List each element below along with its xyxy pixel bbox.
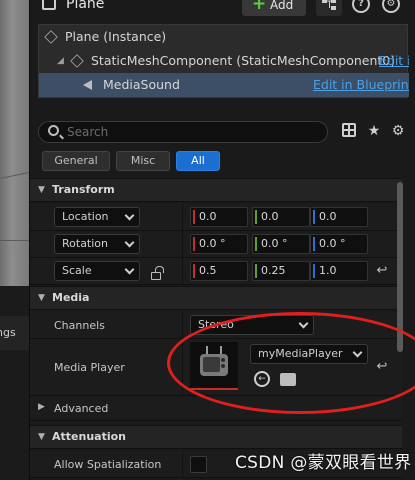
table-view-icon[interactable]	[342, 123, 356, 137]
details-panel: Plane + Add ? ⚙ Plane (Instance) ◢ Stati…	[30, 0, 415, 480]
details-header: Plane + Add ? ⚙	[30, 0, 415, 18]
location-z-field[interactable]: 0.0	[310, 207, 368, 227]
blueprint-button[interactable]	[316, 0, 342, 16]
component-tree: Plane (Instance) ◢ StaticMeshComponent (…	[38, 24, 409, 98]
reset-arrow-icon[interactable]: ↩	[375, 264, 389, 278]
rotation-z-field[interactable]: 0.0 °	[310, 234, 368, 254]
side-tab[interactable]: ngs	[0, 316, 29, 350]
expand-arrow-icon: ▼	[38, 185, 45, 195]
lock-icon[interactable]	[151, 266, 164, 280]
collapse-arrow-icon: ▶	[38, 402, 45, 412]
use-selected-asset-icon[interactable]: ←	[254, 371, 270, 387]
column-divider	[182, 231, 183, 257]
settings-gear-icon[interactable]: ⚙	[390, 123, 406, 139]
collapse-caret-icon[interactable]: ◢	[57, 49, 64, 73]
add-component-button[interactable]: + Add	[242, 0, 306, 16]
property-row-scale: Scale 0.5 0.25 1.0 ↩	[30, 258, 402, 285]
allow-spatialization-checkbox[interactable]	[190, 456, 207, 473]
actor-title: Plane	[66, 0, 105, 12]
column-divider	[182, 339, 183, 395]
help-icon[interactable]: ?	[352, 0, 370, 13]
advanced-collapsed-row[interactable]: ▶ Advanced	[30, 397, 402, 421]
dropdown-label: Scale	[62, 264, 92, 277]
channels-dropdown[interactable]: Stereo	[190, 315, 314, 335]
rotation-y-field[interactable]: 0.0 °	[252, 234, 310, 254]
tree-item-media-sound[interactable]: MediaSound Edit in Blueprint	[39, 73, 409, 97]
section-title: Media	[52, 291, 90, 304]
chevron-down-icon	[352, 347, 363, 358]
column-divider	[182, 204, 183, 230]
search-input[interactable]	[67, 123, 317, 141]
chevron-down-icon	[124, 237, 135, 248]
location-x-field[interactable]: 0.0	[190, 207, 248, 227]
property-list: ▼ Transform Location 0.0 0.0 0.0 Rotatio…	[30, 178, 402, 480]
dropdown-value: Stereo	[198, 318, 234, 331]
tab-misc[interactable]: Misc	[116, 151, 170, 171]
section-transform[interactable]: ▼ Transform	[30, 178, 402, 202]
scale-mode-dropdown[interactable]: Scale	[54, 261, 140, 281]
channels-label: Channels	[54, 319, 105, 332]
actor-icon	[42, 0, 56, 10]
property-row-channels: Channels Stereo	[30, 312, 402, 339]
location-y-field[interactable]: 0.0	[252, 207, 310, 227]
tab-general[interactable]: General	[42, 151, 110, 171]
watermark: CSDN @蒙双眼看世界	[235, 453, 412, 473]
property-row-location: Location 0.0 0.0 0.0	[30, 204, 402, 231]
section-media[interactable]: ▼ Media	[30, 286, 402, 310]
tree-item-label: StaticMeshComponent (StaticMeshComponent…	[91, 53, 396, 68]
chevron-down-icon	[124, 264, 135, 275]
expand-arrow-icon: ▼	[38, 432, 45, 442]
expand-arrow-icon: ▼	[38, 293, 45, 303]
edit-in-blueprint-link[interactable]: Edit i	[379, 49, 409, 73]
tree-item-label: Plane (Instance)	[65, 29, 167, 44]
column-divider	[182, 312, 183, 338]
settings-icon[interactable]: ⚙	[382, 0, 400, 13]
viewport-strip: ngs	[0, 0, 30, 480]
favorites-star-icon[interactable]: ★	[366, 123, 382, 139]
sound-icon	[83, 78, 97, 91]
tv-icon	[200, 354, 228, 376]
section-title: Transform	[52, 183, 115, 196]
add-label: Add	[270, 0, 294, 12]
property-row-media-player: Media Player myMediaPlayer ← ↩	[30, 339, 402, 396]
column-divider	[182, 451, 183, 477]
edit-in-blueprint-link[interactable]: Edit in Blueprint	[313, 73, 409, 97]
dropdown-label: Rotation	[62, 237, 109, 250]
viewport-grid-line	[0, 240, 29, 241]
chevron-down-icon	[298, 318, 309, 329]
tree-item-root[interactable]: Plane (Instance)	[39, 25, 409, 49]
hierarchy-icon	[322, 0, 336, 10]
dropdown-label: Location	[62, 210, 109, 223]
tab-all[interactable]: All	[176, 151, 220, 171]
viewport-preview[interactable]	[0, 0, 29, 286]
scale-x-field[interactable]: 0.5	[190, 261, 248, 281]
side-tab-label: ngs	[0, 326, 16, 339]
location-mode-dropdown[interactable]: Location	[54, 207, 140, 227]
rotation-mode-dropdown[interactable]: Rotation	[54, 234, 140, 254]
media-player-label: Media Player	[54, 361, 125, 374]
section-title: Attenuation	[52, 430, 126, 443]
search-box	[38, 121, 328, 143]
scale-z-field[interactable]: 1.0	[310, 261, 368, 281]
media-player-asset-dropdown[interactable]: myMediaPlayer	[250, 344, 368, 364]
scale-y-field[interactable]: 0.25	[252, 261, 310, 281]
section-attenuation[interactable]: ▼ Attenuation	[30, 425, 402, 449]
dropdown-value: myMediaPlayer	[258, 347, 343, 360]
advanced-label: Advanced	[54, 402, 109, 415]
search-icon	[48, 125, 59, 136]
mesh-cube-icon	[70, 54, 84, 68]
vertical-scrollbar[interactable]	[397, 182, 403, 352]
tree-item-label: MediaSound	[103, 77, 180, 92]
browse-folder-icon[interactable]	[280, 373, 296, 386]
reset-arrow-icon[interactable]: ↩	[375, 360, 389, 374]
actor-cube-icon	[44, 30, 58, 44]
plus-icon: +	[252, 0, 267, 14]
allow-spatialization-label: Allow Spatialization	[54, 458, 162, 471]
media-player-thumbnail[interactable]	[190, 342, 238, 390]
chevron-down-icon	[124, 210, 135, 221]
property-row-rotation: Rotation 0.0 ° 0.0 ° 0.0 °	[30, 231, 402, 258]
rotation-x-field[interactable]: 0.0 °	[190, 234, 248, 254]
tree-item-static-mesh[interactable]: ◢ StaticMeshComponent (StaticMeshCompone…	[39, 49, 409, 73]
column-divider	[182, 258, 183, 284]
